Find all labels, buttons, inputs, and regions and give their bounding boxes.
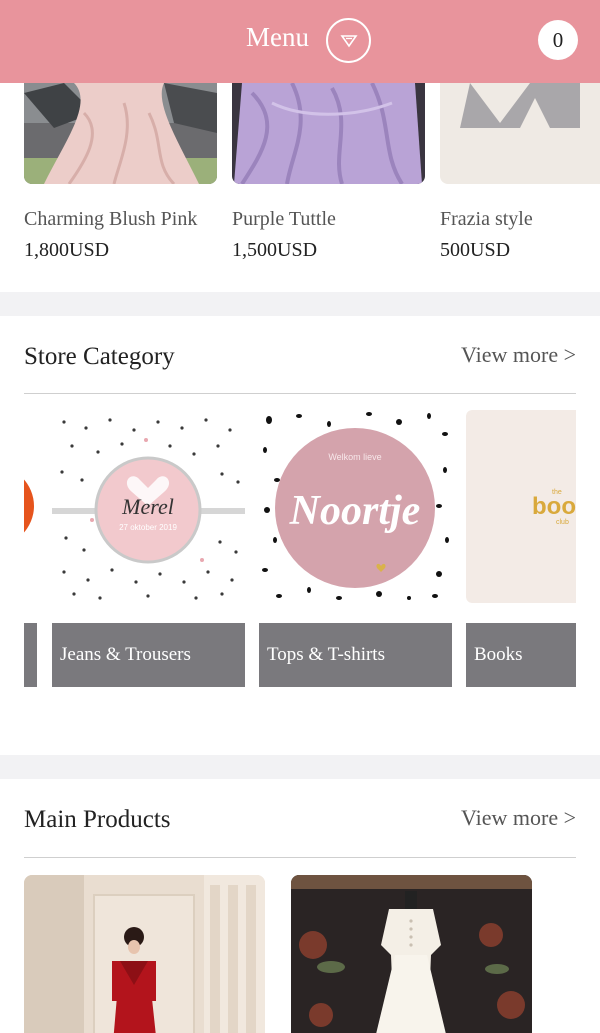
menu-toggle-button[interactable]: [326, 18, 371, 63]
store-category-title: Store Category: [24, 343, 175, 370]
product-image: [440, 83, 600, 184]
top-header: Menu 0: [0, 0, 600, 83]
category-card[interactable]: [24, 410, 37, 687]
category-image: Merel 27 oktober 2019: [52, 410, 245, 603]
category-image: the boo club: [466, 410, 576, 603]
art-text: club: [556, 519, 569, 526]
category-label[interactable]: [24, 623, 37, 687]
art-text: Welkom lieve: [328, 452, 381, 462]
featured-products-strip: Charming Blush Pink 1,800USD Purple Tutt…: [0, 83, 600, 292]
main-products-carousel[interactable]: [24, 875, 600, 1033]
product-card[interactable]: [291, 875, 532, 1033]
art-text: Noortje: [289, 488, 421, 534]
product-name[interactable]: Purple Tuttle: [232, 208, 336, 231]
featured-product-card[interactable]: Frazia style 500USD: [440, 83, 600, 261]
main-products-view-more-link[interactable]: View more >: [461, 805, 576, 831]
art-text: Merel: [121, 494, 174, 519]
product-card[interactable]: [24, 875, 265, 1033]
featured-product-card[interactable]: Charming Blush Pink 1,800USD: [24, 83, 217, 261]
art-text: 27 oktober 2019: [119, 523, 177, 532]
triangle-down-icon: [340, 35, 358, 48]
category-label[interactable]: Tops & T-shirts: [259, 623, 452, 687]
category-image: Welkom lieve Noortje: [259, 410, 452, 603]
category-card[interactable]: the boo club Books: [466, 410, 576, 687]
product-name[interactable]: Frazia style: [440, 208, 533, 231]
product-image: [24, 875, 265, 1033]
section-separator: [0, 292, 600, 316]
category-image: [24, 410, 37, 603]
divider: [24, 857, 576, 858]
product-image: [24, 83, 217, 184]
product-name[interactable]: Charming Blush Pink: [24, 208, 197, 231]
section-separator: [0, 755, 600, 779]
menu-label[interactable]: Menu: [246, 22, 309, 53]
product-price: 1,500USD: [232, 239, 318, 261]
product-price: 1,800USD: [24, 239, 110, 261]
product-image: [291, 875, 532, 1033]
category-carousel[interactable]: Merel 27 oktober 2019 Jeans & Trousers W…: [24, 410, 576, 690]
category-card[interactable]: Welkom lieve Noortje Tops & T-shirts: [259, 410, 452, 687]
main-products-title: Main Products: [24, 806, 171, 833]
category-label[interactable]: Jeans & Trousers: [52, 623, 245, 687]
featured-product-card[interactable]: Purple Tuttle 1,500USD: [232, 83, 425, 261]
category-card[interactable]: Merel 27 oktober 2019 Jeans & Trousers: [52, 410, 245, 687]
category-label[interactable]: Books: [466, 623, 576, 687]
product-price: 500USD: [440, 239, 511, 261]
art-text: boo: [532, 493, 576, 520]
store-category-view-more-link[interactable]: View more >: [461, 342, 576, 368]
divider: [24, 393, 576, 394]
cart-count-badge[interactable]: 0: [538, 20, 578, 60]
product-image: [232, 83, 425, 184]
